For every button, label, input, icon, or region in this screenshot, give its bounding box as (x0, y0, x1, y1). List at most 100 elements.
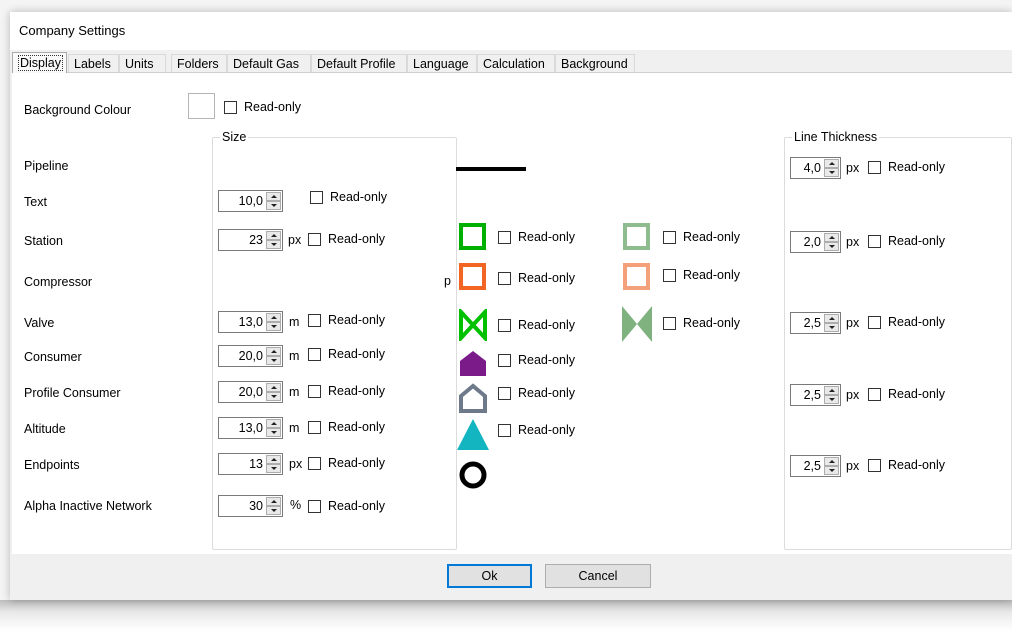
stepper-value: 2,0 (803, 235, 821, 249)
compressor-inactive-readonly-checkbox[interactable]: Read-only (663, 268, 740, 282)
compressor-active-readonly-checkbox[interactable]: Read-only (498, 271, 575, 285)
stepper-up-icon[interactable] (266, 313, 281, 322)
checkbox-label: Read-only (518, 271, 575, 285)
stepper-down-icon[interactable] (266, 356, 281, 365)
valve-size-stepper[interactable]: 13,0 (218, 311, 283, 333)
consumer-size-stepper[interactable]: 20,0 (218, 345, 283, 367)
stepper-down-icon[interactable] (266, 464, 281, 473)
tab-default-gas[interactable]: Default Gas (227, 54, 311, 72)
stepper-up-icon[interactable] (266, 231, 281, 240)
checkbox-box (308, 232, 321, 246)
stepper-down-icon[interactable] (266, 392, 281, 401)
stepper-arrows (266, 231, 281, 249)
tab-calculation[interactable]: Calculation (477, 54, 555, 72)
alpha-size-stepper[interactable]: 30 (218, 495, 283, 517)
endpoints-size-stepper[interactable]: 13 (218, 453, 283, 475)
valve-line-thickness-stepper[interactable]: 2,5 (790, 312, 841, 334)
pipeline-line-unit: px (846, 161, 860, 175)
station-inactive-readonly-checkbox[interactable]: Read-only (663, 230, 740, 244)
tab-background[interactable]: Background (555, 54, 635, 72)
stepper-down-icon[interactable] (266, 322, 281, 331)
tab-units[interactable]: Units (119, 54, 166, 72)
station-size-stepper[interactable]: 23 (218, 229, 283, 251)
consumer-size-unit: m (289, 349, 300, 363)
stepper-up-icon[interactable] (266, 419, 281, 428)
stepper-down-icon[interactable] (824, 168, 839, 177)
valve-line-readonly-checkbox[interactable]: Read-only (868, 315, 945, 329)
stepper-up-icon[interactable] (266, 383, 281, 392)
stepper-value: 10,0 (238, 194, 263, 208)
stepper-down-icon[interactable] (266, 506, 281, 515)
station-inactive-symbol[interactable] (622, 222, 652, 252)
stepper-value: 2,5 (803, 388, 821, 402)
text-size-stepper[interactable]: 10,0 (218, 190, 283, 212)
valve-active-readonly-checkbox[interactable]: Read-only (498, 318, 575, 332)
stepper-down-icon[interactable] (824, 395, 839, 404)
valve-size-unit: m (289, 315, 300, 329)
valve-inactive-readonly-checkbox[interactable]: Read-only (663, 316, 740, 330)
stepper-up-icon[interactable] (824, 457, 839, 466)
profile-consumer-symbol[interactable] (458, 382, 488, 414)
stepper-up-icon[interactable] (266, 192, 281, 201)
endpoints-line-thickness-stepper[interactable]: 2,5 (790, 455, 841, 477)
station-line-readonly-checkbox[interactable]: Read-only (868, 234, 945, 248)
stepper-value: 23 (249, 233, 263, 247)
altitude-readonly-checkbox[interactable]: Read-only (498, 423, 575, 437)
profile-consumer-readonly-checkbox[interactable]: Read-only (498, 386, 575, 400)
checkbox-box (308, 456, 321, 470)
alpha-size-readonly-checkbox[interactable]: Read-only (308, 499, 385, 513)
stepper-up-icon[interactable] (824, 159, 839, 168)
compressor-active-symbol[interactable] (458, 262, 488, 292)
endpoint-symbol[interactable] (457, 459, 489, 491)
cancel-button[interactable]: Cancel (545, 564, 651, 588)
pipeline-line-readonly-checkbox[interactable]: Read-only (868, 160, 945, 174)
stepper-down-icon[interactable] (266, 428, 281, 437)
station-size-readonly-checkbox[interactable]: Read-only (308, 232, 385, 246)
text-readonly-checkbox[interactable]: Read-only (310, 190, 387, 204)
stepper-down-icon[interactable] (824, 466, 839, 475)
stepper-up-icon[interactable] (824, 314, 839, 323)
checkbox-label: Read-only (328, 313, 385, 327)
consumer-symbol[interactable] (458, 348, 488, 378)
altitude-size-readonly-checkbox[interactable]: Read-only (308, 420, 385, 434)
altitude-symbol[interactable] (456, 417, 490, 451)
compressor-inactive-symbol[interactable] (622, 262, 652, 292)
valve-active-symbol[interactable] (458, 309, 488, 341)
stepper-up-icon[interactable] (266, 455, 281, 464)
altitude-size-stepper[interactable]: 13,0 (218, 417, 283, 439)
tab-folders[interactable]: Folders (171, 54, 227, 72)
endpoints-size-readonly-checkbox[interactable]: Read-only (308, 456, 385, 470)
stepper-arrows (824, 386, 839, 404)
stepper-up-icon[interactable] (266, 347, 281, 356)
stepper-down-icon[interactable] (824, 323, 839, 332)
stepper-up-icon[interactable] (824, 386, 839, 395)
pipeline-line-preview[interactable] (456, 167, 526, 171)
stepper-up-icon[interactable] (824, 233, 839, 242)
tab-display[interactable]: Display (12, 52, 67, 73)
background-colour-swatch[interactable] (188, 93, 215, 119)
stepper-arrows (266, 419, 281, 437)
stepper-down-icon[interactable] (266, 201, 281, 210)
profile-consumer-size-readonly-checkbox[interactable]: Read-only (308, 384, 385, 398)
background-readonly-checkbox[interactable]: Read-only (224, 100, 301, 114)
ok-button[interactable]: Ok (447, 564, 532, 588)
profile-consumer-size-stepper[interactable]: 20,0 (218, 381, 283, 403)
valve-inactive-symbol[interactable] (621, 305, 653, 343)
consumer-size-readonly-checkbox[interactable]: Read-only (308, 347, 385, 361)
pipeline-line-thickness-stepper[interactable]: 4,0 (790, 157, 841, 179)
checkbox-box (308, 347, 321, 361)
valve-size-readonly-checkbox[interactable]: Read-only (308, 313, 385, 327)
stepper-down-icon[interactable] (266, 240, 281, 249)
tab-labels[interactable]: Labels (68, 54, 119, 72)
station-active-readonly-checkbox[interactable]: Read-only (498, 230, 575, 244)
profile-consumer-line-readonly-checkbox[interactable]: Read-only (868, 387, 945, 401)
station-active-symbol[interactable] (458, 222, 488, 252)
consumer-readonly-checkbox[interactable]: Read-only (498, 353, 575, 367)
profile-consumer-line-thickness-stepper[interactable]: 2,5 (790, 384, 841, 406)
tab-default-profile[interactable]: Default Profile (311, 54, 407, 72)
stepper-up-icon[interactable] (266, 497, 281, 506)
tab-language[interactable]: Language (407, 54, 477, 72)
endpoints-line-readonly-checkbox[interactable]: Read-only (868, 458, 945, 472)
station-line-thickness-stepper[interactable]: 2,0 (790, 231, 841, 253)
stepper-down-icon[interactable] (824, 242, 839, 251)
